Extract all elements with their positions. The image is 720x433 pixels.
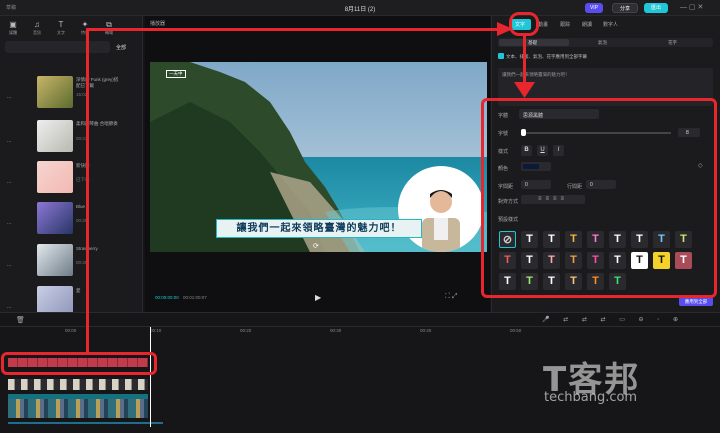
player-header: 播放器 [150,21,166,27]
ruler-tick: 00:50 [510,328,522,333]
time-total: 00:01:00:07 [183,295,207,300]
arrow-right-icon [497,22,513,36]
watermark-url: techbang.com [544,390,638,405]
media-thumb[interactable] [37,244,73,276]
vip-badge[interactable]: VIP [585,3,603,13]
window-controls[interactable]: — ▢ ✕ [680,3,703,11]
video-chip: 一天中 [166,70,186,78]
media-thumb[interactable] [37,76,73,108]
filter-button[interactable]: 全部 [116,44,126,51]
media-sub: 15:02 [76,92,88,97]
app-window: { "titlebar":{"title":"8月11日 (2)","left_… [0,0,720,433]
share-button[interactable]: 分享 [612,3,638,13]
media-thumb[interactable] [37,161,73,193]
apply-all-button[interactable]: 應用到全部 [679,297,713,306]
list-snippet: ... [7,138,12,144]
presenter-avatar [398,166,484,252]
annotation-line [523,36,526,86]
annotation-line [86,28,89,353]
apply-all-label: 文本、排版、氣泡、花字應用到全部字幕 [506,54,587,59]
audio-icon: ♫ [34,20,40,29]
subtab-bubble[interactable]: 氣泡 [598,40,607,46]
timeline-tools[interactable]: 🎤 ⇄ ⇄ ⇄ ▭ ⊖ ◦ ⊕ [542,316,684,323]
tab-digital-human[interactable]: 數字人 [603,21,618,28]
delete-icon[interactable]: 🗑 [16,316,25,324]
annotation-line [86,28,506,31]
media-title: 愛 [76,288,81,293]
audio-track[interactable] [8,422,163,424]
fullscreen-icon[interactable]: ⛶ ⤢ [445,293,457,301]
tab-text[interactable]: T 文字 [50,19,72,41]
text-icon: T [58,20,64,29]
list-snippet: ... [7,304,12,310]
media-title: Strawberry [76,246,120,252]
highlight-subtitle-track [1,352,157,375]
ruler-divider [0,326,720,327]
video-track-header [8,394,148,399]
apply-all-checkbox[interactable] [498,53,504,59]
tab-animation[interactable]: 動畫 [538,21,548,28]
left-panel: ▣ 媒體 ♫ 音訊 T 文字 ✦ 特效 ⧉ 轉場 全部 深情的 Funk (grey)搭配… [0,16,143,318]
title-bar: 草稿 8月11日 (2) VIP 分享 匯出 — ▢ ✕ [0,0,720,16]
list-snippet: ... [7,220,12,226]
tab-media[interactable]: ▣ 媒體 [2,19,24,41]
media-title: 新快節 [76,163,90,168]
time-current: 00:00:00:00 [155,295,179,300]
ruler-tick: 00:10 [150,328,162,333]
media-sub: 00:30 [76,260,88,265]
subtab-basic[interactable]: 基礎 [528,40,537,46]
video-preview[interactable]: 一天中 讓我們一起來領略臺灣的魅力吧！ ⟳ [150,62,487,252]
search-input[interactable] [5,41,110,53]
tab-audio[interactable]: ♫ 音訊 [26,19,48,41]
presenter-track[interactable] [8,379,148,390]
ruler-tick: 00:30 [330,328,342,333]
list-snippet: ... [7,94,12,100]
subtab-flower[interactable]: 花字 [668,40,677,46]
media-sub: 00:23 [76,136,88,141]
text-content-value: 讓我們一起來領略臺灣的魅力吧！ [502,72,570,77]
media-title: 柔和鋼琴曲 合唱節奏 [76,121,118,126]
subtitle-text-box[interactable]: 讓我們一起來領略臺灣的魅力吧！ [216,219,422,238]
media-title: 深情的 Funk (grey)搭配已下載 [76,77,119,88]
list-snippet: ... [7,262,12,268]
highlight-text-settings [481,98,717,298]
arrow-down-icon [514,82,535,98]
rotate-handle-icon[interactable]: ⟳ [313,242,319,250]
ruler-tick: 00:40 [420,328,432,333]
folder-icon: ▣ [9,20,17,29]
export-button[interactable]: 匯出 [644,3,668,13]
highlight-text-tab [509,12,539,36]
media-thumb[interactable] [37,202,73,234]
list-snippet: ... [7,179,12,185]
play-icon[interactable]: ▶ [315,293,321,302]
ruler-tick: 00:00 [65,328,77,333]
media-title: Blue [76,204,86,209]
tab-read-aloud[interactable]: 朗讀 [582,21,592,28]
media-thumb[interactable] [37,120,73,152]
ruler-tick: 00:20 [240,328,252,333]
media-sub: 已下載 [76,177,90,182]
media-sub: 00:25 [76,218,88,223]
tab-tracking[interactable]: 跟踪 [560,21,570,28]
playhead[interactable] [150,327,151,427]
